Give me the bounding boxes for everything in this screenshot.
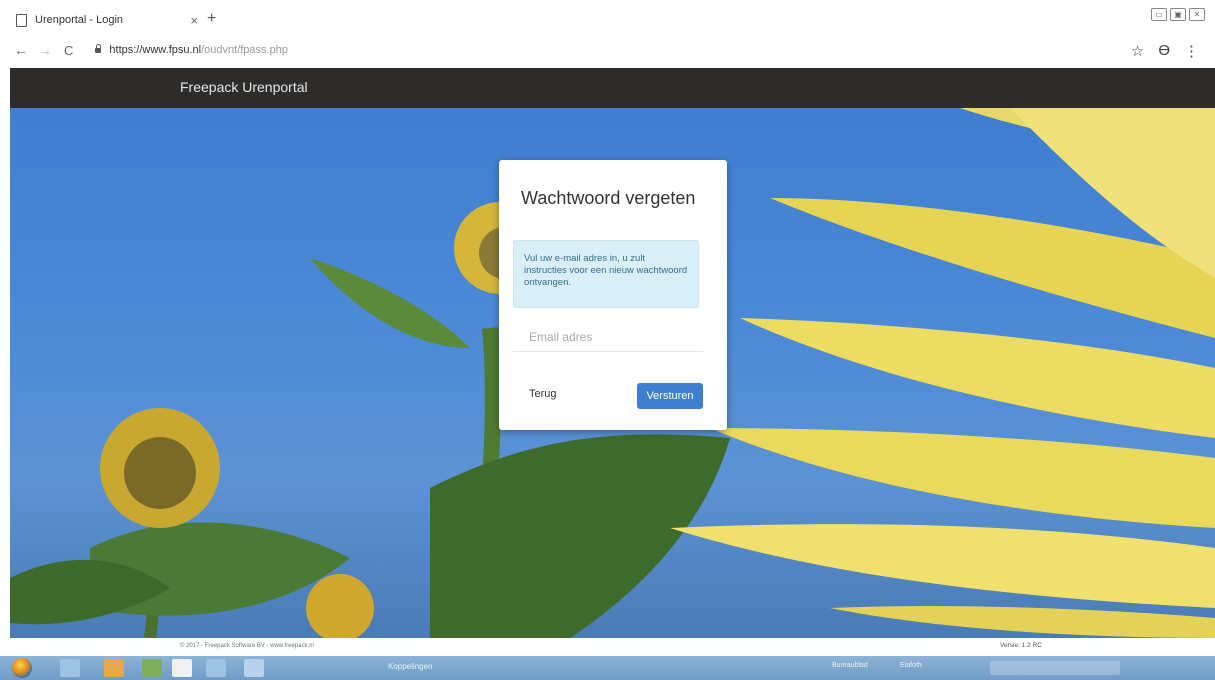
modal-title: Wachtwoord vergeten (521, 188, 696, 208)
window-close-icon[interactable]: ✕ (1189, 8, 1205, 21)
tray-label[interactable]: Eiafoth (900, 662, 922, 669)
forgot-password-modal: Wachtwoord vergeten Vul uw e-mail adres … (499, 160, 727, 430)
minimize-icon[interactable]: ▭ (1151, 8, 1167, 21)
maximize-icon[interactable]: ▣ (1170, 8, 1186, 21)
lock-icon (95, 43, 102, 53)
browser-menu-icon[interactable]: ⋮ (1184, 42, 1199, 60)
taskbar-app-icon[interactable] (142, 659, 162, 677)
taskbar-app-icon[interactable] (244, 659, 264, 677)
toolbar-actions: ☆ ϴ ⋮ (1131, 42, 1199, 60)
tab-close-icon[interactable]: × (190, 13, 198, 28)
tab-title: Urenportal - Login (35, 14, 124, 26)
top-navbar: Freepack Urenportal (10, 68, 1215, 108)
back-button[interactable]: Terug (521, 384, 565, 404)
taskbar-app-icon[interactable] (60, 659, 80, 677)
back-arrow-icon[interactable]: ← (14, 42, 28, 58)
forward-arrow-icon[interactable]: → (38, 42, 52, 58)
os-taskbar: Koppelingen Bureaublad Eiafoth (0, 656, 1215, 680)
reload-icon[interactable]: C (64, 43, 73, 58)
start-button-icon[interactable] (12, 658, 32, 678)
page-icon (16, 13, 27, 27)
url-field[interactable]: https://www.fpsu.nl/oudvnt/fpass.php (109, 44, 288, 56)
page-footer: © 2017 - Freepack Software BV - www.free… (0, 638, 1215, 656)
url-host: https://www.fpsu.nl (109, 44, 202, 56)
url-path: /oudvnt/fpass.php (201, 44, 288, 56)
send-button[interactable]: Versturen (637, 383, 703, 409)
browser-tab[interactable]: Urenportal - Login × (14, 9, 204, 31)
browser-tabstrip: Urenportal - Login × + ▭ ▣ ✕ (0, 0, 1215, 32)
copyright-text: © 2017 - Freepack Software BV - www.free… (180, 643, 314, 649)
email-input[interactable] (513, 322, 703, 352)
version-text: Versie: 1.2 RC (1000, 642, 1042, 649)
tray-desktop-label[interactable]: Bureaublad (832, 662, 868, 669)
taskbar-app-icon[interactable] (206, 659, 226, 677)
chrome-taskbar-icon[interactable] (172, 659, 192, 677)
new-tab-icon[interactable]: + (207, 10, 216, 28)
info-alert: Vul uw e-mail adres in, u zult instructi… (513, 240, 699, 308)
page: Freepack Urenportal Wachtwoord vergeten … (10, 68, 1215, 638)
taskbar-app-icon[interactable] (104, 659, 124, 677)
window-controls: ▭ ▣ ✕ (1151, 8, 1205, 21)
profile-icon[interactable]: ϴ (1158, 42, 1170, 60)
brand-link[interactable]: Freepack Urenportal (180, 79, 308, 95)
bookmark-star-icon[interactable]: ☆ (1131, 42, 1144, 60)
taskbar-links-label[interactable]: Koppelingen (388, 662, 432, 671)
system-tray-icons[interactable] (990, 661, 1120, 675)
address-bar: ← → C https://www.fpsu.nl/oudvnt/fpass.p… (0, 32, 1215, 68)
